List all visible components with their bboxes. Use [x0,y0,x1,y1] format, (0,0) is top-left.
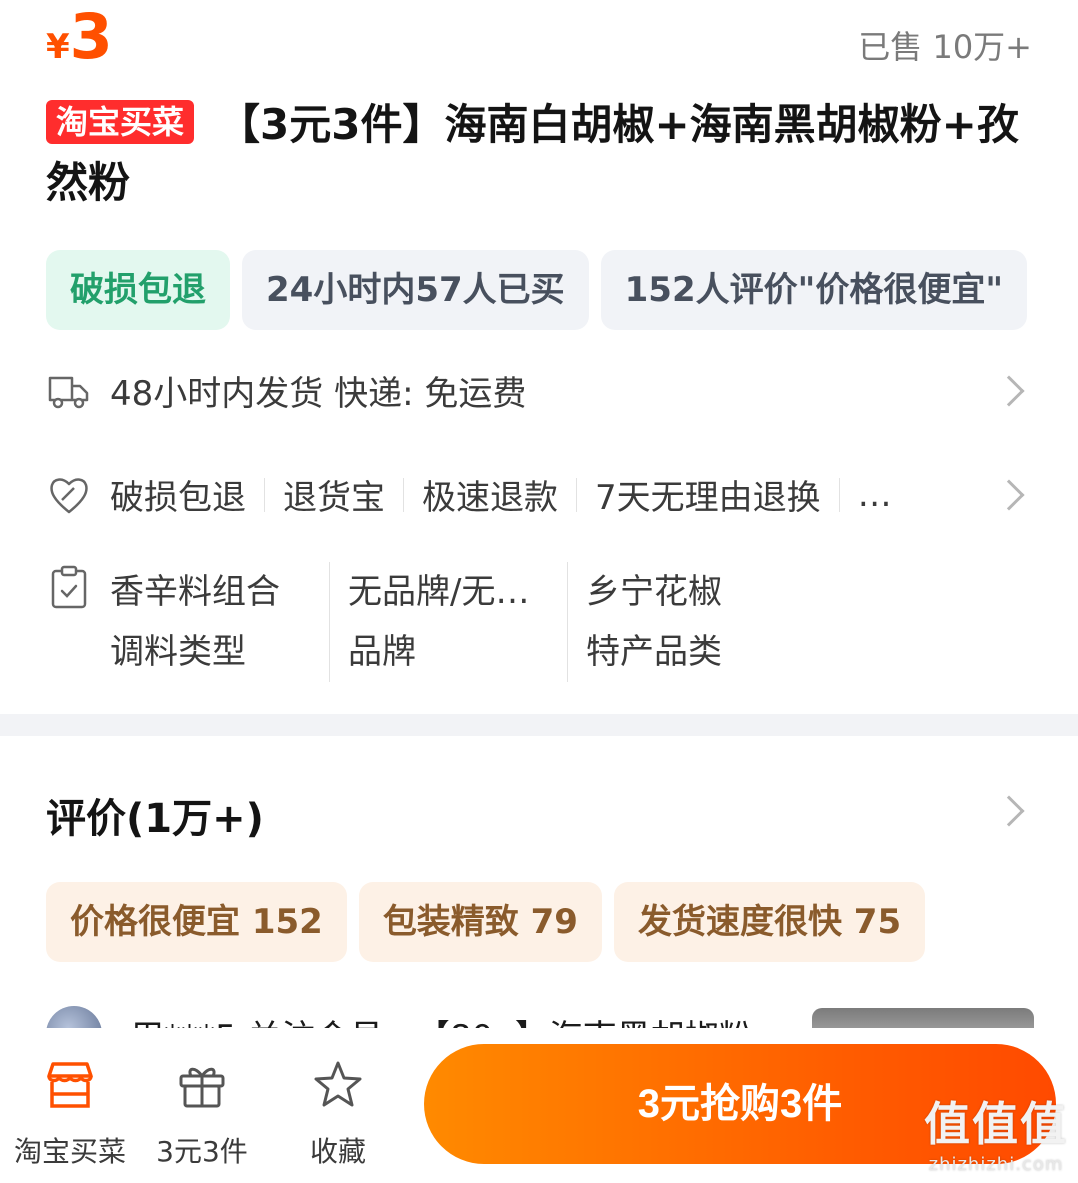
product-title-block: 淘宝买菜 【3元3件】海南白胡椒+海南黑胡椒粉+孜然粉 [46,96,1036,212]
store-icon [47,1062,93,1108]
review-tag-cheap[interactable]: 价格很便宜 152 [46,882,347,962]
price: ¥3 [46,6,113,68]
shipping-text: 48小时内发货 快递: 免运费 [110,374,527,414]
tag-review-highlight[interactable]: 152人评价"价格很便宜" [600,250,1028,330]
review-tag-list: 价格很便宜 152 包装精致 79 发货速度很快 75 [46,882,926,962]
product-page: ¥3 已售 10万+ 淘宝买菜 【3元3件】海南白胡椒+海南黑胡椒粉+孜然粉 破损… [0,0,1078,1183]
guarantee-more: … [857,474,892,515]
price-value: 3 [69,0,113,73]
avatar [46,1006,102,1028]
nav-store[interactable]: 淘宝买菜 [0,1058,140,1170]
attribute-specialty: 乡宁花椒 特产品类 [586,572,722,672]
brand-badge: 淘宝买菜 [46,100,195,144]
nav-favorite[interactable]: 收藏 [268,1058,408,1170]
nav-store-label: 淘宝买菜 [13,1135,126,1168]
review-tag-packaging[interactable]: 包装精致 79 [358,882,602,962]
truck-icon [48,376,89,408]
watermark: 值值值 zhizhizhi.com [924,1097,1068,1175]
section-divider [0,714,1078,736]
tag-list: 破损包退 24小时内57人已买 152人评价"价格很便宜" [46,250,1028,330]
guarantee-4: 7天无理由退换 [595,478,821,518]
shipping-row[interactable]: 48小时内发货 快递: 免运费 [46,366,1032,415]
tag-damage-refund[interactable]: 破损包退 [46,250,230,330]
review-tag-fast-shipping[interactable]: 发货速度很快 75 [613,882,926,962]
bottom-bar: 淘宝买菜 3元3件 收藏 3元抢购3件 [0,1028,1078,1183]
nav-deal-label: 3元3件 [156,1135,248,1168]
sold-count: 已售 10万+ [858,28,1032,66]
reviews-title[interactable]: 评价(1万+) [46,786,264,844]
gift-icon [179,1067,225,1108]
attribute-seasoning-type: 香辛料组合 调料类型 [110,562,330,682]
clipboard-icon [51,565,87,609]
star-icon [314,1061,362,1107]
nav-favorite-label: 收藏 [309,1135,366,1168]
tag-recent-buyers[interactable]: 24小时内57人已买 [242,250,589,330]
currency-symbol: ¥ [46,27,70,67]
review-preview-text: 用***5 关注会员 · 【80g】海南黑胡椒粉 [130,1010,753,1028]
nav-deal[interactable]: 3元3件 [132,1058,272,1170]
guarantee-3: 极速退款 [422,478,558,518]
guarantee-1: 破损包退 [110,478,246,518]
guarantee-row[interactable]: 破损包退 退货宝 极速退款 7天无理由退换 … [46,470,1032,519]
heart-shield-icon [50,477,88,513]
review-preview[interactable]: 用***5 关注会员 · 【80g】海南黑胡椒粉 [46,1006,1036,1028]
chevron-right-icon[interactable] [993,795,1025,827]
guarantee-2: 退货宝 [283,478,385,518]
review-image [812,1008,1034,1028]
attribute-brand: 无品牌/无… 品牌 [348,562,568,682]
chevron-right-icon [993,478,1025,511]
attributes-row[interactable]: 香辛料组合 调料类型 无品牌/无… 品牌 乡宁花椒 特产品类 [46,562,824,682]
chevron-right-icon [993,374,1025,407]
